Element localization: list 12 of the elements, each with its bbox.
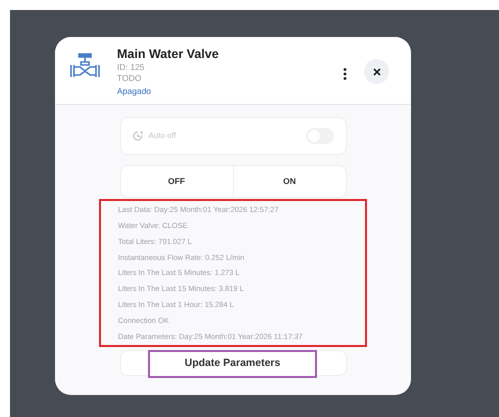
close-icon (372, 68, 380, 76)
device-status: Apagado (117, 86, 152, 97)
device-id: ID: 125 (117, 62, 146, 73)
more-options-icon[interactable] (343, 68, 347, 80)
device-group: TODO (117, 73, 219, 84)
auto-off-label: Auto off (148, 130, 176, 142)
switch-button[interactable]: ON (232, 166, 346, 197)
dialog-title: Main Water Valve (117, 47, 219, 62)
update-parameters-button[interactable]: Update Parameters (148, 350, 317, 378)
switch-button[interactable]: OFF (120, 166, 232, 197)
close-button[interactable] (364, 59, 389, 84)
timer-icon (132, 131, 142, 141)
